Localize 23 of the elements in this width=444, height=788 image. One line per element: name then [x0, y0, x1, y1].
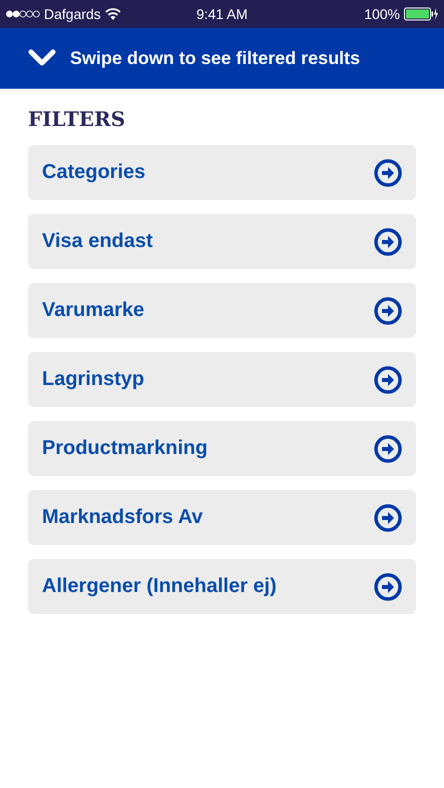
arrow-right-icon [374, 158, 402, 186]
battery-percent: 100% [364, 6, 400, 22]
swipe-hint: Swipe down to see filtered results [70, 48, 360, 68]
arrow-right-icon [374, 504, 402, 532]
arrow-right-icon [374, 572, 402, 600]
arrow-right-icon [374, 434, 402, 462]
arrow-right-icon [374, 228, 402, 256]
filter-row[interactable]: Allergener (Innehaller ej) [28, 559, 416, 614]
arrow-right-icon [374, 366, 402, 394]
signal-icon [6, 10, 40, 18]
battery-icon [404, 7, 438, 21]
chevron-down-icon[interactable] [28, 49, 56, 67]
wifi-icon [104, 8, 121, 20]
filter-row[interactable]: Visa endast [28, 214, 416, 269]
clock-time: 9:41 AM [196, 6, 248, 22]
filter-row[interactable]: Lagrinstyp [28, 352, 416, 407]
filter-row[interactable]: Productmarkning [28, 421, 416, 476]
filter-row[interactable]: Marknadsfors Av [28, 490, 416, 545]
arrow-right-icon [374, 296, 402, 324]
filter-row[interactable]: Categories [28, 145, 416, 200]
filters-heading: FILTERS [28, 107, 126, 131]
carrier-name: Dafgards [44, 6, 101, 22]
filter-row[interactable]: Varumarke [28, 283, 416, 338]
